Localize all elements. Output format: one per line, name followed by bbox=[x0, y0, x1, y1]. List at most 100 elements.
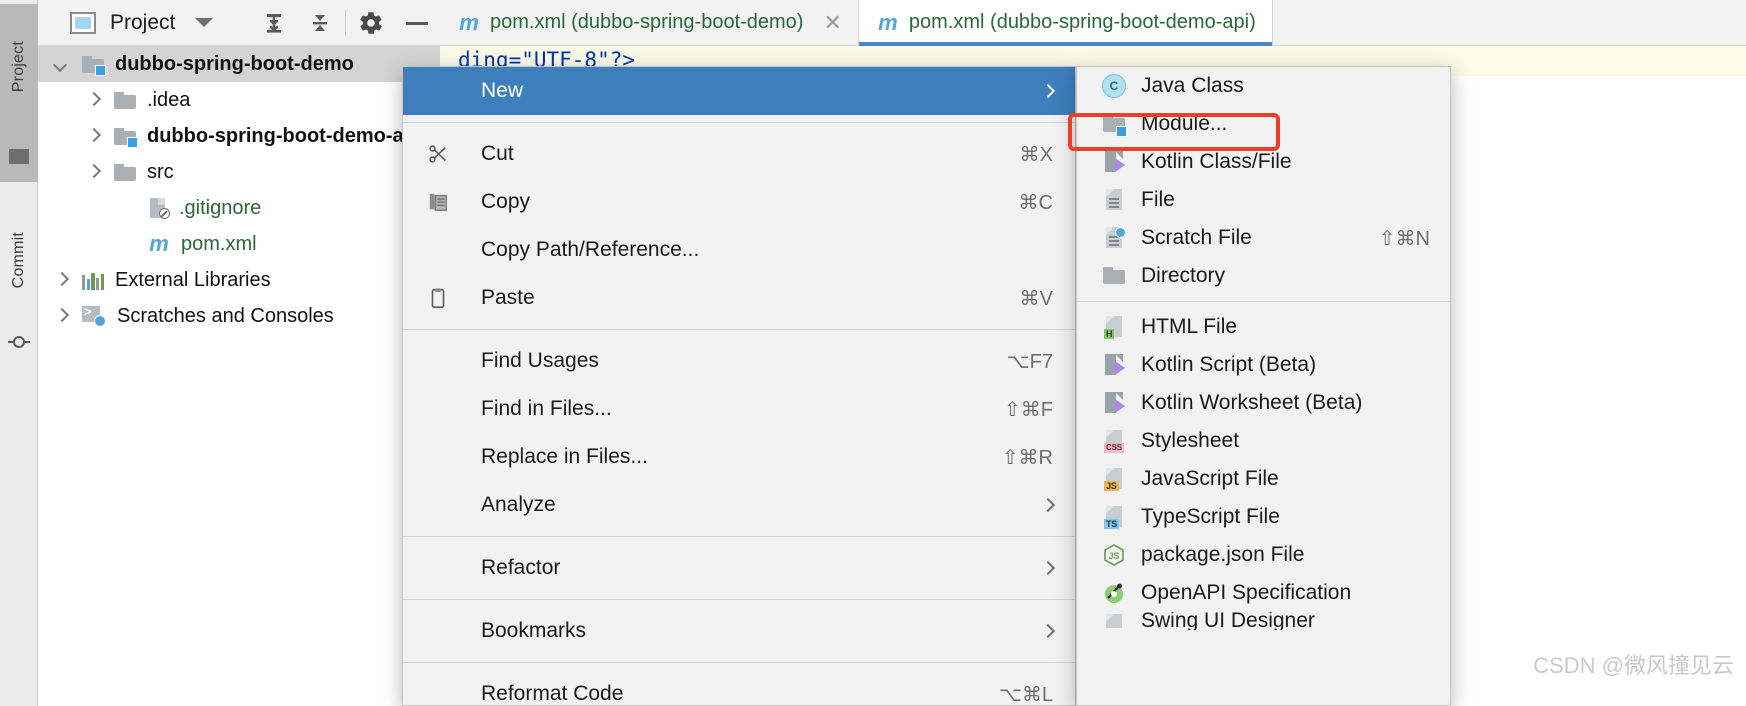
submenu-item-shortcut: ⇧⌘N bbox=[1379, 226, 1430, 251]
minimize-icon[interactable] bbox=[394, 0, 440, 46]
java-class-icon: C bbox=[1099, 74, 1129, 98]
editor-tabs: m pom.xml (dubbo-spring-boot-demo) ✕ m p… bbox=[440, 0, 1746, 46]
tree-item-idea[interactable]: .idea bbox=[38, 82, 440, 118]
collapse-all-icon[interactable] bbox=[297, 0, 343, 46]
submenu-item-label: Java Class bbox=[1141, 74, 1244, 98]
menu-item-paste[interactable]: Paste ⌘V bbox=[403, 274, 1075, 322]
menu-separator bbox=[403, 122, 1075, 123]
directory-icon bbox=[1099, 267, 1129, 286]
submenu-item-kotlin-script[interactable]: Kotlin Script (Beta) bbox=[1077, 346, 1450, 384]
tool-window-commit[interactable]: Commit bbox=[0, 200, 38, 320]
tree-item-label: Scratches and Consoles bbox=[117, 305, 334, 328]
minus-icon bbox=[406, 22, 428, 25]
chevron-down-icon[interactable] bbox=[195, 18, 213, 27]
submenu-item-label: Module... bbox=[1141, 112, 1227, 136]
tree-item-scratches-and-consoles[interactable]: Scratches and Consoles bbox=[38, 298, 440, 334]
tool-window-commit-label: Commit bbox=[10, 232, 28, 288]
tree-item-label: dubbo-spring-boot-demo bbox=[115, 53, 354, 76]
menu-item-reformat-code[interactable]: Reformat Code ⌥⌘L bbox=[403, 670, 1075, 706]
menu-item-replace-in-files[interactable]: Replace in Files... ⇧⌘R bbox=[403, 433, 1075, 481]
tree-item-gitignore[interactable]: .gitignore bbox=[38, 190, 440, 226]
libraries-icon bbox=[82, 271, 104, 290]
editor-tab-pom-demo-api[interactable]: m pom.xml (dubbo-spring-boot-demo-api) bbox=[859, 0, 1273, 45]
submenu-item-stylesheet[interactable]: CSS Stylesheet bbox=[1077, 422, 1450, 460]
menu-item-find-in-files[interactable]: Find in Files... ⇧⌘F bbox=[403, 385, 1075, 433]
menu-item-label: Bookmarks bbox=[481, 619, 586, 643]
tool-window-project[interactable]: Project bbox=[0, 4, 38, 130]
menu-item-label: Copy Path/Reference... bbox=[481, 238, 699, 262]
submenu-item-directory[interactable]: Directory bbox=[1077, 257, 1450, 295]
nodejs-icon: JS bbox=[1099, 543, 1129, 567]
chevron-right-icon[interactable] bbox=[54, 273, 68, 287]
svg-text:JS: JS bbox=[1108, 551, 1119, 561]
gear-icon[interactable] bbox=[348, 0, 394, 46]
chevron-right-icon[interactable] bbox=[54, 309, 68, 323]
submenu-item-label: Swing UI Designer bbox=[1141, 612, 1315, 630]
menu-item-shortcut: ⌥⌘L bbox=[999, 682, 1053, 706]
menu-item-new[interactable]: New bbox=[403, 67, 1075, 115]
submenu-item-java-class[interactable]: C Java Class bbox=[1077, 67, 1450, 105]
menu-item-label: Reformat Code bbox=[481, 682, 623, 706]
menu-item-label: New bbox=[481, 79, 523, 103]
menu-item-bookmarks[interactable]: Bookmarks bbox=[403, 607, 1075, 655]
project-view-icon bbox=[70, 12, 96, 34]
submenu-item-file[interactable]: File bbox=[1077, 181, 1450, 219]
scratches-icon bbox=[82, 306, 106, 326]
scissors-icon bbox=[425, 143, 451, 165]
close-icon[interactable]: ✕ bbox=[823, 10, 841, 36]
tree-item-project-root[interactable]: dubbo-spring-boot-demo bbox=[38, 46, 440, 82]
submenu-item-module[interactable]: Module... bbox=[1077, 105, 1450, 143]
copy-icon bbox=[425, 191, 451, 213]
menu-item-label: Refactor bbox=[481, 556, 560, 580]
menu-item-copy[interactable]: Copy ⌘C bbox=[403, 178, 1075, 226]
submenu-item-javascript-file[interactable]: JS JavaScript File bbox=[1077, 460, 1450, 498]
tool-window-folder-icon[interactable] bbox=[0, 130, 38, 182]
tree-item-external-libraries[interactable]: External Libraries bbox=[38, 262, 440, 298]
maven-file-icon: m bbox=[458, 10, 480, 36]
kotlin-worksheet-icon bbox=[1099, 391, 1129, 415]
kotlin-script-icon bbox=[1099, 353, 1129, 377]
submenu-item-scratch-file[interactable]: Scratch File ⇧⌘N bbox=[1077, 219, 1450, 257]
openapi-icon bbox=[1099, 581, 1129, 605]
submenu-item-package-json-file[interactable]: JS package.json File bbox=[1077, 536, 1450, 574]
menu-item-analyze[interactable]: Analyze bbox=[403, 481, 1075, 529]
expand-all-icon[interactable] bbox=[251, 0, 297, 46]
submenu-item-label: TypeScript File bbox=[1141, 505, 1280, 529]
menu-item-cut[interactable]: Cut ⌘X bbox=[403, 130, 1075, 178]
submenu-item-label: Kotlin Class/File bbox=[1141, 150, 1292, 174]
file-icon bbox=[1099, 188, 1129, 212]
menu-separator bbox=[403, 536, 1075, 537]
gitignore-file-icon bbox=[148, 197, 168, 219]
submenu-item-swing-ui-designer[interactable]: Swing UI Designer bbox=[1077, 612, 1450, 630]
chevron-right-icon bbox=[1041, 498, 1055, 512]
new-submenu: C Java Class Module... Kotlin Class/File bbox=[1076, 66, 1451, 706]
html-file-icon: H bbox=[1099, 315, 1129, 339]
ts-file-icon: TS bbox=[1099, 505, 1129, 529]
submenu-item-html-file[interactable]: H HTML File bbox=[1077, 308, 1450, 346]
chevron-right-icon[interactable] bbox=[86, 129, 100, 143]
tree-item-label: src bbox=[147, 161, 174, 184]
menu-item-refactor[interactable]: Refactor bbox=[403, 544, 1075, 592]
editor-tab-pom-demo[interactable]: m pom.xml (dubbo-spring-boot-demo) ✕ bbox=[440, 0, 859, 45]
commit-diamond-icon[interactable] bbox=[0, 322, 38, 362]
submenu-item-openapi-specification[interactable]: OpenAPI Specification bbox=[1077, 574, 1450, 612]
tree-item-src[interactable]: src bbox=[38, 154, 440, 190]
editor-tab-label: pom.xml (dubbo-spring-boot-demo) bbox=[490, 11, 803, 34]
tree-item-module-api[interactable]: dubbo-spring-boot-demo-api bbox=[38, 118, 440, 154]
menu-item-find-usages[interactable]: Find Usages ⌥F7 bbox=[403, 337, 1075, 385]
css-file-icon: CSS bbox=[1099, 429, 1129, 453]
module-folder-icon bbox=[82, 56, 104, 73]
submenu-item-kotlin-worksheet[interactable]: Kotlin Worksheet (Beta) bbox=[1077, 384, 1450, 422]
project-tree: dubbo-spring-boot-demo .idea dubbo-sprin… bbox=[38, 46, 440, 334]
submenu-item-typescript-file[interactable]: TS TypeScript File bbox=[1077, 498, 1450, 536]
tree-item-label: .idea bbox=[147, 89, 190, 112]
tree-item-pom-xml[interactable]: m pom.xml bbox=[38, 226, 440, 262]
submenu-item-label: HTML File bbox=[1141, 315, 1237, 339]
chevron-down-icon[interactable] bbox=[54, 57, 68, 71]
tool-window-project-label: Project bbox=[10, 41, 28, 92]
menu-item-copy-path-reference[interactable]: Copy Path/Reference... bbox=[403, 226, 1075, 274]
chevron-right-icon[interactable] bbox=[86, 93, 100, 107]
submenu-item-label: package.json File bbox=[1141, 543, 1304, 567]
chevron-right-icon[interactable] bbox=[86, 165, 100, 179]
submenu-item-kotlin-class-file[interactable]: Kotlin Class/File bbox=[1077, 143, 1450, 181]
